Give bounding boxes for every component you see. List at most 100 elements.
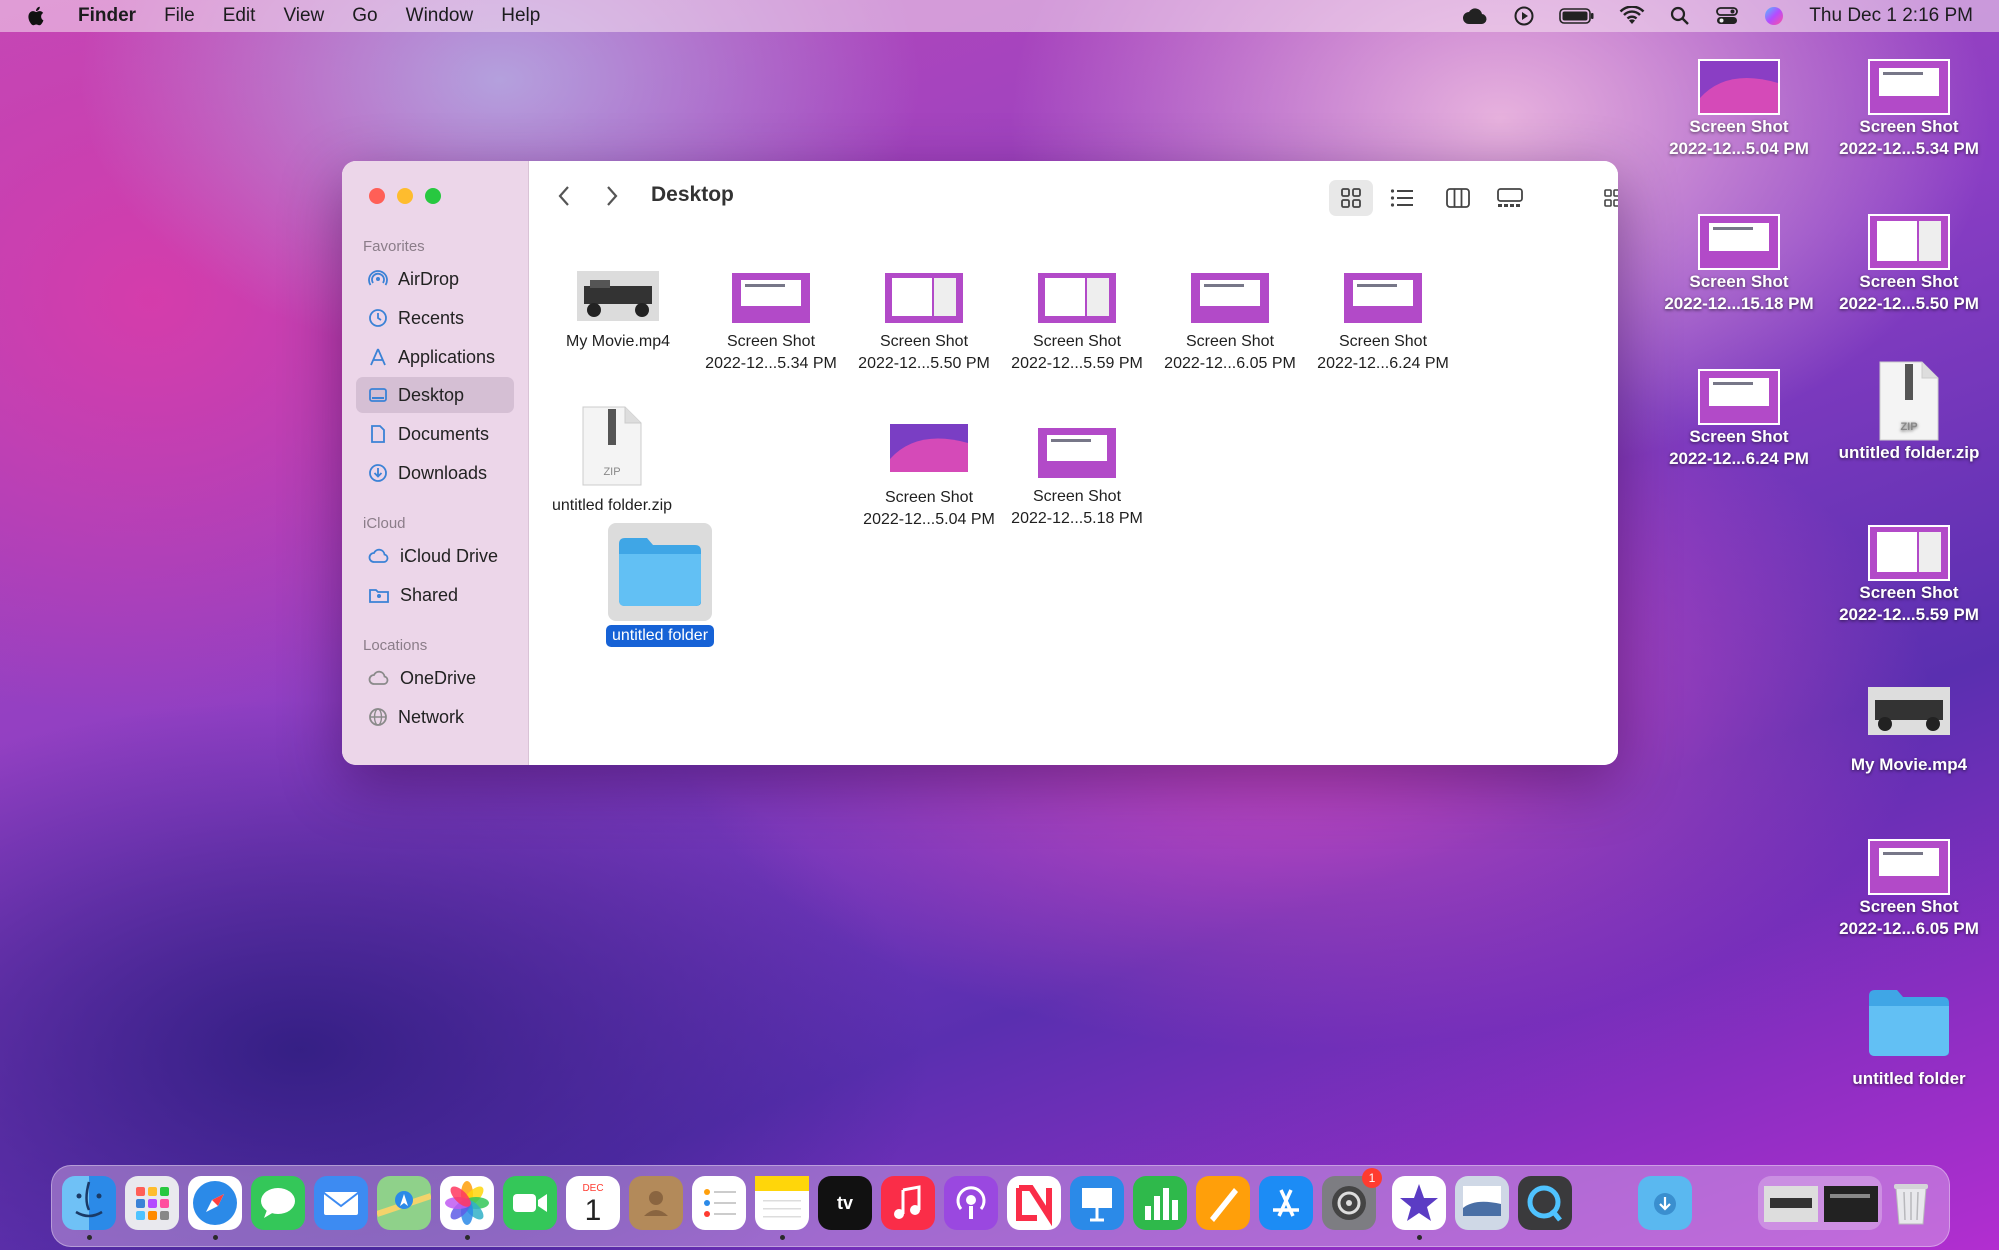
- menu-window[interactable]: Window: [406, 5, 474, 27]
- file-item-screenshot[interactable]: Screen Shot 2022-12...6.24 PM: [1308, 270, 1458, 375]
- creative-cloud-icon[interactable]: [1461, 6, 1489, 26]
- dock-contacts-icon[interactable]: [629, 1176, 683, 1230]
- file-item-my-movie[interactable]: My Movie.mp4: [543, 270, 693, 353]
- screenshot-thumbnail-icon: [883, 271, 965, 325]
- spotlight-search-icon[interactable]: [1669, 5, 1691, 27]
- dock-tv-icon[interactable]: tv: [818, 1176, 872, 1230]
- dock-recent-files-stack[interactable]: [1758, 1176, 1882, 1230]
- screenshot-thumbnail-icon: [1036, 426, 1118, 480]
- desktop-icon-item[interactable]: Screen Shot 2022-12...5.59 PM: [1829, 524, 1989, 626]
- close-button[interactable]: [369, 188, 385, 204]
- forward-button[interactable]: [599, 183, 625, 209]
- dock-photos-icon[interactable]: [440, 1176, 494, 1230]
- desktop-icon-item[interactable]: Screen Shot 2022-12...15.18 PM: [1659, 213, 1819, 315]
- wifi-icon[interactable]: [1619, 6, 1645, 26]
- menu-go[interactable]: Go: [352, 5, 377, 27]
- dock-app-store-icon[interactable]: [1259, 1176, 1313, 1230]
- menu-edit[interactable]: Edit: [223, 5, 256, 27]
- sidebar-item-desktop[interactable]: Desktop: [356, 377, 514, 413]
- dock-launchpad-icon[interactable]: [125, 1176, 179, 1230]
- desktop-icon-item[interactable]: Screen Shot 2022-12...6.05 PM: [1829, 838, 1989, 940]
- dock-facetime-icon[interactable]: [503, 1176, 557, 1230]
- group-by-button[interactable]: [1597, 180, 1618, 216]
- list-view-button[interactable]: [1382, 180, 1422, 216]
- shared-folder-icon: [369, 589, 389, 603]
- siri-icon[interactable]: [1763, 5, 1785, 27]
- dock-numbers-icon[interactable]: [1133, 1176, 1187, 1230]
- dock-reminders-icon[interactable]: [692, 1176, 746, 1230]
- file-item-untitled-folder[interactable]: untitled folder: [585, 523, 735, 647]
- desktop-icon-item[interactable]: Screen Shot 2022-12...5.50 PM: [1829, 213, 1989, 315]
- dock-imovie-icon[interactable]: [1392, 1176, 1446, 1230]
- dock-podcasts-icon[interactable]: [944, 1176, 998, 1230]
- desktop-icon-item[interactable]: ZIP untitled folder.zip: [1829, 360, 1989, 464]
- play-circle-icon[interactable]: [1513, 5, 1535, 27]
- svg-text:ZIP: ZIP: [603, 466, 620, 478]
- file-item-screenshot[interactable]: Screen Shot 2022-12...5.04 PM: [854, 421, 1004, 531]
- zoom-button[interactable]: [425, 188, 441, 204]
- battery-icon[interactable]: [1559, 7, 1595, 25]
- desktop-icon-item[interactable]: Screen Shot 2022-12...5.34 PM: [1829, 58, 1989, 160]
- sidebar-item-onedrive[interactable]: OneDrive: [356, 660, 514, 696]
- back-button[interactable]: [551, 183, 577, 209]
- file-item-screenshot[interactable]: Screen Shot 2022-12...6.05 PM: [1155, 270, 1305, 375]
- sidebar-item-downloads[interactable]: Downloads: [356, 455, 514, 491]
- dock-trash-icon[interactable]: [1884, 1176, 1938, 1230]
- globe-icon: [369, 708, 387, 726]
- clock-icon: [369, 309, 387, 327]
- sidebar-item-recents[interactable]: Recents: [356, 300, 514, 336]
- running-indicator: [1417, 1235, 1422, 1240]
- menu-bar-clock[interactable]: Thu Dec 1 2:16 PM: [1809, 5, 1973, 27]
- dock-pages-icon[interactable]: [1196, 1176, 1250, 1230]
- dock-keynote-icon[interactable]: [1070, 1176, 1124, 1230]
- window-title: Desktop: [651, 183, 734, 206]
- desktop-icon-item[interactable]: Screen Shot 2022-12...5.04 PM: [1659, 58, 1819, 160]
- file-item-screenshot[interactable]: Screen Shot 2022-12...5.50 PM: [849, 270, 999, 375]
- icon-view-button[interactable]: [1329, 180, 1373, 216]
- minimize-button[interactable]: [397, 188, 413, 204]
- control-center-icon[interactable]: [1715, 6, 1739, 26]
- dock-maps-icon[interactable]: [376, 1176, 432, 1230]
- sidebar-item-applications[interactable]: Applications: [356, 339, 514, 375]
- apple-menu-icon[interactable]: [26, 5, 48, 27]
- dock-messages-icon[interactable]: [251, 1176, 305, 1230]
- sidebar-item-airdrop[interactable]: AirDrop: [356, 261, 514, 297]
- dock-music-icon[interactable]: [881, 1176, 935, 1230]
- file-item-screenshot[interactable]: Screen Shot 2022-12...5.59 PM: [1002, 270, 1152, 375]
- svg-text:tv: tv: [837, 1193, 853, 1213]
- dock-news-icon[interactable]: [1007, 1176, 1061, 1230]
- dock-finder-icon[interactable]: [62, 1176, 116, 1230]
- desktop-icon-item[interactable]: My Movie.mp4: [1829, 686, 1989, 776]
- menu-view[interactable]: View: [283, 5, 324, 27]
- menu-finder[interactable]: Finder: [78, 5, 136, 27]
- dock-quicktime-icon[interactable]: [1518, 1176, 1572, 1230]
- dock-safari-icon[interactable]: [188, 1176, 242, 1230]
- file-item-screenshot[interactable]: Screen Shot 2022-12...5.34 PM: [696, 270, 846, 375]
- sidebar-item-network[interactable]: Network: [356, 699, 514, 735]
- dock-calendar-icon[interactable]: DEC 1: [566, 1176, 620, 1230]
- file-item-zip[interactable]: ZIP untitled folder.zip: [537, 405, 687, 517]
- dock-downloads-folder-icon[interactable]: [1638, 1176, 1692, 1230]
- dock-system-preferences-icon[interactable]: 1: [1322, 1168, 1382, 1230]
- sidebar-item-icloud-drive[interactable]: iCloud Drive: [356, 538, 514, 574]
- menu-file[interactable]: File: [164, 5, 195, 27]
- sidebar-item-shared[interactable]: Shared: [356, 577, 514, 613]
- dock-preview-icon[interactable]: [1455, 1176, 1509, 1230]
- dock-notes-icon[interactable]: [755, 1176, 809, 1230]
- gallery-view-button[interactable]: [1489, 180, 1531, 216]
- list-icon: [1390, 189, 1413, 207]
- cloud-icon: [368, 548, 389, 563]
- screenshot-thumbnail-icon: [1036, 271, 1118, 325]
- download-icon: [369, 464, 387, 482]
- screenshot-thumbnail-icon: [730, 271, 812, 325]
- selected-filename-label[interactable]: untitled folder: [605, 625, 715, 647]
- sidebar-section-favorites: Favorites: [363, 238, 425, 255]
- sidebar-item-documents[interactable]: Documents: [356, 416, 514, 452]
- desktop-icon-item[interactable]: Screen Shot 2022-12...6.24 PM: [1659, 368, 1819, 470]
- menu-help[interactable]: Help: [501, 5, 540, 27]
- dock-mail-icon[interactable]: [314, 1176, 368, 1230]
- desktop-icon-item[interactable]: untitled folder: [1829, 988, 1989, 1090]
- file-item-screenshot[interactable]: Screen Shot 2022-12...5.18 PM: [1002, 425, 1152, 530]
- column-view-button[interactable]: [1438, 180, 1478, 216]
- screenshot-thumbnail-icon: [1698, 369, 1780, 425]
